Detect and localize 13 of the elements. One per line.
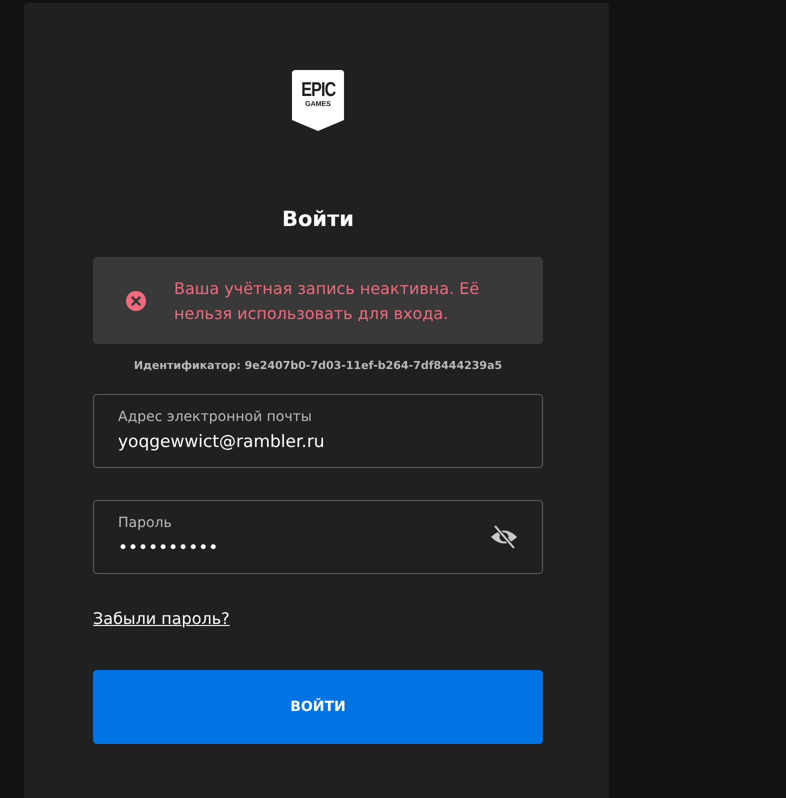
page-title: Войти (280, 206, 356, 233)
login-button[interactable]: ВОЙТИ (93, 670, 543, 744)
identifier-text: Идентификатор: 9e2407b0-7d03-11ef-b264-7df8444239a5 (132, 358, 504, 374)
field-label: Адрес электронной почты (118, 408, 313, 426)
email-field[interactable]: Адрес электронной почты yoqgewwict@rambler.ru (93, 394, 543, 468)
error-message: Ваша учётная запись неактивна. Её нельзя использовать для входа. (174, 278, 480, 324)
field-label: Пароль (118, 514, 173, 532)
forgot-password-link[interactable]: Забыли пароль? (93, 608, 230, 630)
error-icon (126, 290, 146, 310)
field-value: yoqgewwict@rambler.ru (118, 431, 325, 454)
field-value: •••••••••• (118, 537, 218, 560)
password-field[interactable]: Пароль •••••••••• (93, 500, 543, 574)
eye-slash-icon[interactable] (490, 524, 518, 550)
